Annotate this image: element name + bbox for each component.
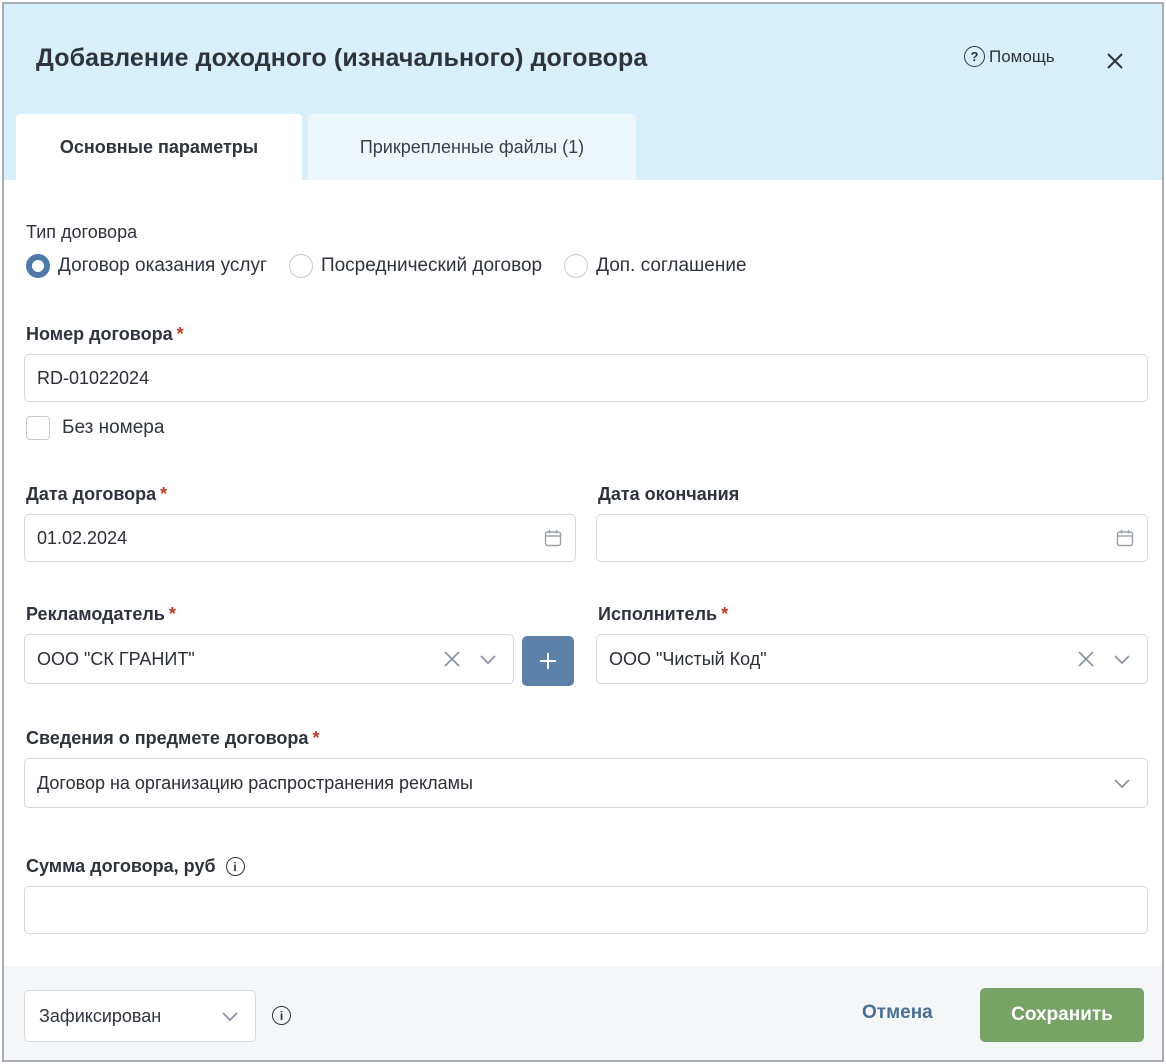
clear-icon[interactable] [1075, 648, 1097, 670]
chevron-down-icon[interactable] [1111, 772, 1133, 794]
radio-empty-icon [288, 254, 313, 278]
radio-service-contract[interactable]: Договор оказания услуг [26, 254, 267, 278]
save-button[interactable]: Сохранить [980, 988, 1144, 1042]
contractor-label: Исполнитель * [598, 604, 728, 625]
contract-number-label: Номер договора * [26, 324, 184, 345]
required-mark: * [168, 604, 176, 624]
radio-agency-contract[interactable]: Посреднический договор [288, 254, 543, 278]
subject-value: Договор на организацию распространения р… [37, 772, 473, 793]
required-mark: * [160, 484, 168, 504]
amount-label-text: Сумма договора, руб [26, 856, 216, 876]
plus-icon [540, 653, 556, 669]
end-date-label: Дата окончания [598, 484, 739, 505]
subject-label-text: Сведения о предмете договора [26, 728, 309, 748]
chevron-down-icon[interactable] [1111, 648, 1133, 670]
close-button[interactable] [1100, 46, 1130, 76]
checkbox-label: Без номера [62, 417, 165, 438]
advertiser-value: ООО "СК ГРАНИТ" [37, 648, 195, 669]
status-value: Зафиксирован [39, 1005, 162, 1026]
contract-date-label: Дата договора * [26, 484, 167, 505]
contractor-value: ООО "Чистый Код" [609, 648, 767, 669]
subject-label: Сведения о предмете договора * [26, 728, 319, 749]
tab-attached-files[interactable]: Прикрепленные файлы (1) [308, 114, 636, 180]
radio-label: Посреднический договор [320, 255, 543, 276]
cancel-button[interactable]: Отмена [862, 1002, 933, 1024]
tab-main-parameters[interactable]: Основные параметры [16, 114, 302, 180]
subject-select[interactable]: Договор на организацию распространения р… [24, 758, 1148, 808]
end-date-label-text: Дата окончания [598, 484, 740, 504]
tab-label: Прикрепленные файлы (1) [359, 136, 585, 157]
help-link[interactable]: ? Помощь [964, 46, 1055, 67]
advertiser-label: Рекламодатель * [26, 604, 176, 625]
contract-type-label: Тип договора [26, 222, 137, 243]
required-mark: * [721, 604, 729, 624]
contract-date-value: 01.02.2024 [37, 527, 128, 548]
help-label: Помощь [989, 46, 1055, 66]
contract-date-label-text: Дата договора [26, 484, 157, 504]
close-icon [1107, 53, 1123, 69]
advertiser-label-text: Рекламодатель [26, 604, 165, 624]
calendar-button[interactable] [1115, 528, 1135, 548]
contract-type-label-text: Тип договора [26, 222, 138, 242]
end-date-field[interactable] [596, 514, 1148, 562]
info-icon[interactable]: i [225, 857, 245, 876]
add-advertiser-button[interactable] [522, 636, 574, 686]
info-icon[interactable]: i [272, 1006, 291, 1025]
checkbox-icon [26, 416, 50, 440]
radio-additional-agreement[interactable]: Доп. соглашение [564, 254, 747, 278]
tab-label: Основные параметры [59, 136, 259, 157]
calendar-icon [544, 530, 562, 547]
subject-select-controls [1111, 772, 1133, 794]
add-contract-dialog: Добавление доходного (изначального) дого… [2, 2, 1164, 1062]
required-mark: * [312, 728, 320, 748]
contract-number-field[interactable]: RD-01022024 [24, 354, 1148, 402]
contractor-label-text: Исполнитель [598, 604, 718, 624]
radio-label: Договор оказания услуг [58, 255, 267, 276]
radio-label: Доп. соглашение [596, 255, 747, 276]
contractor-select-controls [1075, 648, 1133, 670]
question-icon: ? [964, 46, 985, 67]
radio-selected-icon [26, 254, 50, 278]
contractor-select[interactable]: ООО "Чистый Код" [596, 634, 1148, 684]
amount-field[interactable] [24, 886, 1148, 934]
dialog-header: Добавление доходного (изначального) дого… [4, 4, 1162, 180]
calendar-icon [1116, 530, 1134, 547]
calendar-button[interactable] [543, 528, 563, 548]
advertiser-select-controls [441, 648, 499, 670]
chevron-down-icon[interactable] [477, 648, 499, 670]
contract-number-label-text: Номер договора [26, 324, 173, 344]
amount-label: Сумма договора, руб i [26, 856, 245, 877]
radio-empty-icon [564, 254, 589, 278]
dialog-title: Добавление доходного (изначального) дого… [36, 44, 648, 72]
status-select[interactable]: Зафиксирован [24, 990, 256, 1042]
contract-type-radio-group: Договор оказания услуг Посреднический до… [26, 254, 769, 278]
advertiser-select[interactable]: ООО "СК ГРАНИТ" [24, 634, 514, 684]
chevron-down-icon [222, 1012, 238, 1022]
contract-number-value: RD-01022024 [37, 367, 150, 388]
clear-icon[interactable] [441, 648, 463, 670]
required-mark: * [176, 324, 184, 344]
no-number-checkbox[interactable]: Без номера [26, 416, 164, 440]
contract-date-field[interactable]: 01.02.2024 [24, 514, 576, 562]
